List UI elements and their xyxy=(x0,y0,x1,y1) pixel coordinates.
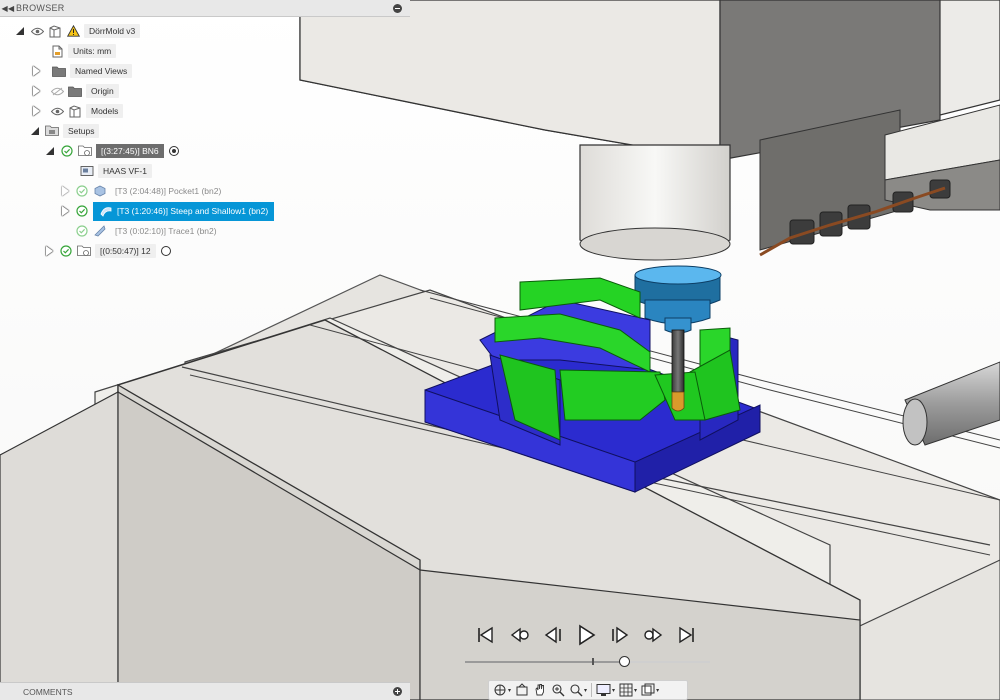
browser-panel-header: ◀◀ BROWSER xyxy=(0,0,410,17)
expand-toggle[interactable] xyxy=(62,186,69,196)
tree-label-setup-2: [(0:50:47)] 12 xyxy=(95,244,156,258)
pocket-op-icon xyxy=(93,185,107,198)
active-setup-radio[interactable] xyxy=(168,146,179,156)
check-circle-icon xyxy=(59,245,73,258)
viewports-icon[interactable]: ▾ xyxy=(641,681,659,699)
zoom-window-icon[interactable]: ▾ xyxy=(569,681,587,699)
step-back-icon[interactable] xyxy=(543,624,565,646)
tree-node-models[interactable]: Models xyxy=(33,102,124,120)
check-circle-icon xyxy=(60,145,74,158)
tree-node-named-views[interactable]: Named Views xyxy=(33,62,133,80)
setup-folder-icon xyxy=(77,245,91,258)
tree-node-origin[interactable]: Origin xyxy=(33,82,119,100)
expand-toggle[interactable] xyxy=(16,27,24,35)
tree-label-root: DörrMold v3 xyxy=(84,24,141,38)
expand-toggle[interactable] xyxy=(46,147,54,155)
tree-node-machine[interactable]: HAAS VF-1 xyxy=(80,162,152,180)
display-settings-icon[interactable]: ▾ xyxy=(596,681,615,699)
component-icon xyxy=(68,104,82,118)
tree-node-root[interactable]: DörrMold v3 xyxy=(16,22,141,40)
tree-node-operation[interactable]: [T3 (2:04:48)] Pocket1 (bn2) xyxy=(62,182,225,200)
tree-node-setup-2[interactable]: [(0:50:47)] 12 xyxy=(46,242,171,260)
folder-icon xyxy=(68,85,82,98)
simulation-timeline[interactable] xyxy=(465,656,710,667)
warning-icon xyxy=(66,25,80,38)
tree-label-origin: Origin xyxy=(86,84,119,98)
tree-node-operation-selected[interactable]: [T3 (1:20:46)] Steep and Shallow1 (bn2) xyxy=(62,201,275,221)
collapse-panel-icon[interactable]: ◀◀ xyxy=(0,4,16,13)
folder-icon xyxy=(52,65,66,78)
machine-3d-view xyxy=(0,0,1000,700)
tree-node-setup-1[interactable]: [(3:27:45)] BN6 xyxy=(46,142,179,160)
check-circle-icon xyxy=(75,185,89,198)
eye-icon[interactable] xyxy=(30,25,44,38)
pan-icon[interactable] xyxy=(533,681,547,699)
setup-folder-icon xyxy=(78,145,92,158)
eye-icon[interactable] xyxy=(50,105,64,118)
look-at-icon[interactable] xyxy=(515,681,529,699)
tree-label-models: Models xyxy=(86,104,124,118)
expand-toggle[interactable] xyxy=(62,206,69,216)
navigation-toolbar: ▾ ▾ ▾ ▾ ▾ xyxy=(488,680,688,700)
document-page-icon xyxy=(50,45,64,58)
expand-toggle[interactable] xyxy=(31,127,39,135)
comments-title: COMMENTS xyxy=(23,686,73,697)
graphics-viewport[interactable] xyxy=(0,0,1000,700)
tree-label-op-trace: [T3 (0:02:10)] Trace1 (bn2) xyxy=(115,226,217,236)
step-forward-icon[interactable] xyxy=(608,624,630,646)
check-circle-icon xyxy=(75,205,89,218)
orbit-icon[interactable]: ▾ xyxy=(493,681,511,699)
document-icon xyxy=(48,24,62,38)
eye-hidden-icon[interactable] xyxy=(50,85,64,98)
expand-toggle[interactable] xyxy=(33,106,40,116)
activate-setup-radio[interactable] xyxy=(160,246,171,256)
play-icon[interactable] xyxy=(575,624,597,646)
check-circle-icon xyxy=(75,225,89,238)
selected-operation[interactable]: [T3 (1:20:46)] Steep and Shallow1 (bn2) xyxy=(93,201,275,221)
machine-icon xyxy=(80,165,94,178)
tree-label-setup-1: [(3:27:45)] BN6 xyxy=(96,144,164,158)
tree-label-named-views: Named Views xyxy=(70,64,133,78)
timeline-progress xyxy=(465,661,625,663)
add-comment-icon[interactable] xyxy=(393,687,402,696)
tree-label-setups: Setups xyxy=(63,124,100,138)
previous-operation-icon[interactable] xyxy=(509,624,531,646)
comments-panel-header[interactable]: COMMENTS xyxy=(0,682,410,700)
go-to-end-icon[interactable] xyxy=(675,624,697,646)
tree-node-operation[interactable]: [T3 (0:02:10)] Trace1 (bn2) xyxy=(62,222,221,240)
tree-label-units: Units: mm xyxy=(68,44,117,58)
setups-folder-icon xyxy=(45,125,59,138)
tree-label-op-pocket: [T3 (2:04:48)] Pocket1 (bn2) xyxy=(115,186,222,196)
tree-label-op-steep: [T3 (1:20:46)] Steep and Shallow1 (bn2) xyxy=(117,206,269,216)
zoom-icon[interactable] xyxy=(551,681,565,699)
toolbar-divider xyxy=(591,683,593,697)
steep-shallow-op-icon xyxy=(99,205,113,218)
timeline-marker xyxy=(591,658,594,665)
trace-op-icon xyxy=(93,225,107,238)
expand-toggle[interactable] xyxy=(33,86,40,96)
browser-title: BROWSER xyxy=(16,3,65,13)
tree-node-units[interactable]: Units: mm xyxy=(50,42,117,60)
minimize-panel-icon[interactable] xyxy=(393,3,402,13)
grid-settings-icon[interactable]: ▾ xyxy=(619,681,637,699)
go-to-start-icon[interactable] xyxy=(475,624,497,646)
expand-toggle[interactable] xyxy=(46,246,53,256)
next-operation-icon[interactable] xyxy=(642,624,664,646)
tree-label-machine: HAAS VF-1 xyxy=(98,164,152,178)
simulation-playback-controls xyxy=(475,624,705,646)
tree-node-setups[interactable]: Setups xyxy=(31,122,100,140)
expand-toggle[interactable] xyxy=(33,66,40,76)
